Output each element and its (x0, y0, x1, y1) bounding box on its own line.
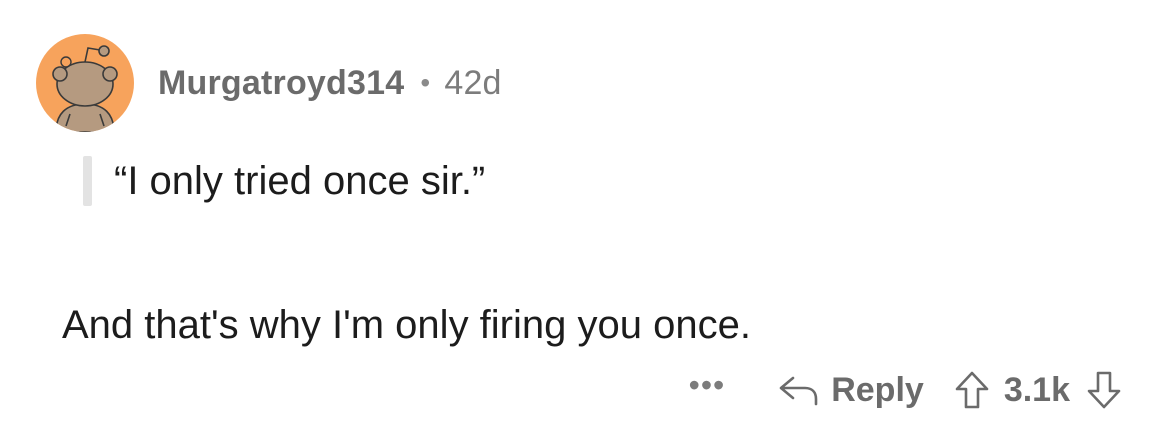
reply-label: Reply (831, 370, 924, 409)
downvote-button[interactable] (1086, 370, 1122, 410)
comment-body: And that's why I'm only firing you once. (62, 303, 751, 347)
comment: Murgatroyd314 • 42d “I only tried once s… (0, 0, 1170, 442)
more-options-button[interactable]: ••• (689, 369, 726, 411)
upvote-arrow-icon (955, 371, 989, 409)
vote-score: 3.1k (1003, 370, 1070, 409)
quote-bar (83, 156, 92, 206)
upvote-button[interactable] (954, 370, 990, 410)
comment-header: Murgatroyd314 • 42d (158, 58, 502, 108)
reply-button[interactable]: Reply (777, 371, 924, 410)
avatar[interactable] (36, 34, 134, 132)
username[interactable]: Murgatroyd314 (158, 64, 404, 103)
reply-icon (779, 376, 818, 406)
comment-age: 42d (444, 63, 502, 102)
snoo-avatar-icon (36, 34, 134, 132)
downvote-arrow-icon (1087, 371, 1121, 409)
separator-dot: • (420, 67, 431, 98)
quote-text: “I only tried once sir.” (114, 159, 486, 203)
comment-actions: ••• Reply 3.1k (689, 362, 1122, 418)
